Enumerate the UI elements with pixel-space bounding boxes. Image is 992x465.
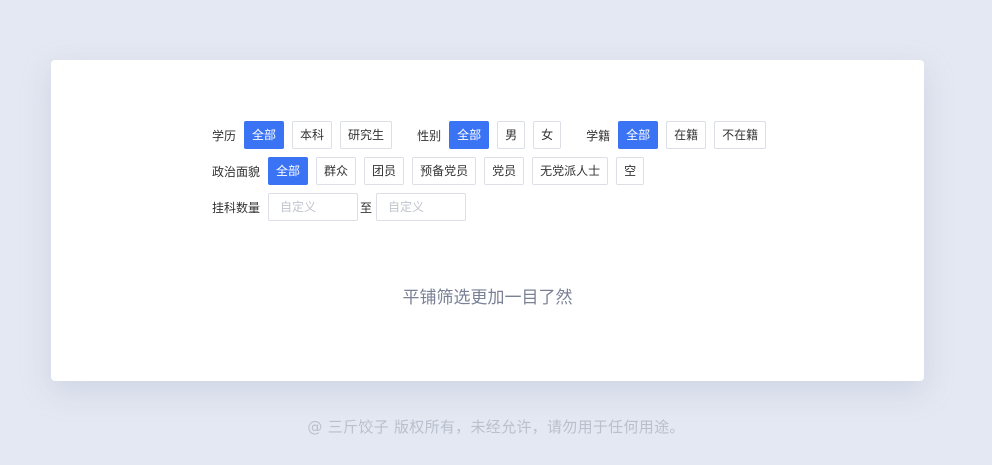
gender-option-all[interactable]: 全部	[449, 121, 490, 149]
failed-count-min-input[interactable]	[268, 193, 359, 221]
political-option-party-member[interactable]: 党员	[484, 157, 525, 185]
filter-label-enrollment: 学籍	[586, 128, 611, 143]
filter-row-3: 挂科数量 至	[212, 193, 774, 221]
gender-option-male[interactable]: 男	[497, 121, 526, 149]
filter-group-gender: 性别 全部 男 女	[417, 121, 569, 149]
filter-group-education: 学历 全部 本科 研究生	[212, 121, 400, 149]
enrollment-option-not-enrolled[interactable]: 不在籍	[714, 121, 767, 149]
filter-label-failed-count: 挂科数量	[212, 200, 261, 215]
political-option-empty[interactable]: 空	[616, 157, 645, 185]
filter-group-enrollment: 学籍 全部 在籍 不在籍	[586, 121, 774, 149]
filter-card: 学历 全部 本科 研究生 性别 全部 男 女 学籍 全部 在籍 不在籍 政治面貌…	[51, 60, 924, 381]
filter-label-education: 学历	[212, 128, 237, 143]
caption-text: 平铺筛选更加一目了然	[402, 288, 573, 308]
political-option-league-member[interactable]: 团员	[364, 157, 405, 185]
education-option-graduate[interactable]: 研究生	[340, 121, 393, 149]
political-option-all[interactable]: 全部	[268, 157, 309, 185]
filter-label-political: 政治面貌	[212, 164, 261, 179]
filter-row-2: 政治面貌 全部 群众 团员 预备党员 党员 无党派人士 空	[212, 157, 774, 185]
political-option-masses[interactable]: 群众	[316, 157, 357, 185]
filter-group-political: 政治面貌 全部 群众 团员 预备党员 党员 无党派人士 空	[212, 157, 652, 185]
filter-label-gender: 性别	[417, 128, 442, 143]
enrollment-option-enrolled[interactable]: 在籍	[666, 121, 707, 149]
enrollment-option-all[interactable]: 全部	[618, 121, 659, 149]
education-option-all[interactable]: 全部	[244, 121, 285, 149]
gender-option-female[interactable]: 女	[533, 121, 562, 149]
education-option-bachelor[interactable]: 本科	[292, 121, 333, 149]
filter-group-failed-count: 挂科数量 至	[212, 193, 467, 221]
range-separator: 至	[360, 200, 373, 215]
political-option-independent[interactable]: 无党派人士	[532, 157, 609, 185]
political-option-probationary-member[interactable]: 预备党员	[412, 157, 477, 185]
copyright-footer: @ 三斤饺子 版权所有，未经允许，请勿用于任何用途。	[307, 418, 685, 436]
filter-row-1: 学历 全部 本科 研究生 性别 全部 男 女 学籍 全部 在籍 不在籍	[212, 121, 774, 149]
filter-panel: 学历 全部 本科 研究生 性别 全部 男 女 学籍 全部 在籍 不在籍 政治面貌…	[212, 121, 774, 229]
failed-count-max-input[interactable]	[376, 193, 467, 221]
